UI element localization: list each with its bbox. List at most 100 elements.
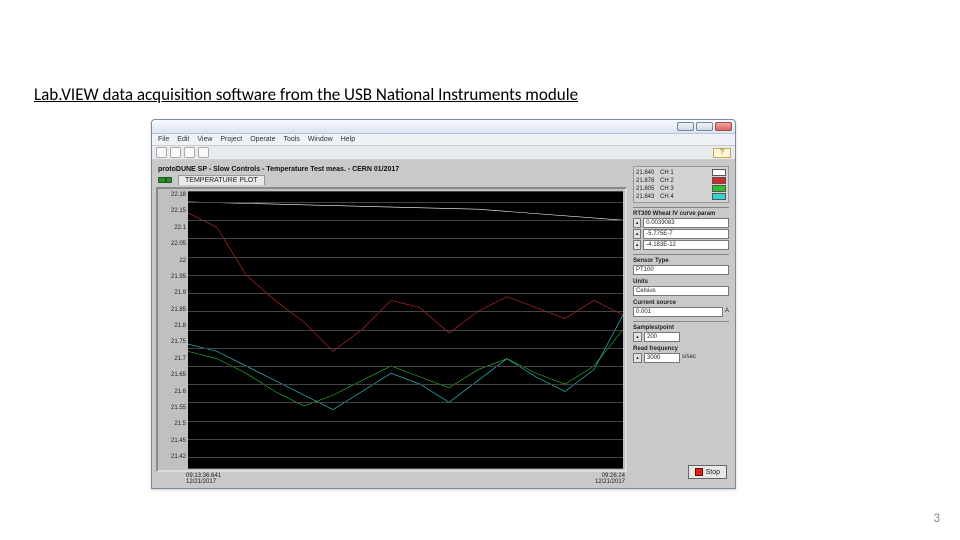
x-tick-right-date: 12/21/2017 — [595, 479, 625, 485]
y-tick: 21.95 — [160, 274, 186, 280]
y-tick: 21.6 — [160, 389, 186, 395]
freq-label: Read frequency — [633, 346, 729, 352]
legend-value: 21.840 — [636, 170, 658, 176]
plot-area[interactable] — [188, 191, 623, 468]
series-ch3 — [188, 330, 623, 407]
y-tick: 21.9 — [160, 290, 186, 296]
y-tick: 21.7 — [160, 356, 186, 362]
freq-field[interactable]: 3000 — [644, 353, 680, 363]
legend-swatch[interactable] — [712, 193, 726, 200]
y-tick: 21.85 — [160, 307, 186, 313]
rtd-label: RT300 Wheat IV curve param — [633, 211, 729, 217]
x-tick-left-date: 12/21/2017 — [186, 479, 216, 485]
menu-project[interactable]: Project — [220, 136, 242, 143]
run-button[interactable] — [156, 147, 167, 158]
sensor-select[interactable]: PT100 — [633, 265, 729, 275]
y-tick: 21.45 — [160, 438, 186, 444]
spinner-icon[interactable]: ▴ — [633, 240, 641, 250]
menubar: File Edit View Project Operate Tools Win… — [152, 134, 735, 146]
close-button[interactable] — [715, 122, 732, 131]
samples-block: Samples/point ▴200 — [633, 321, 729, 342]
client-area: protoDUNE SP - Slow Controls - Temperatu… — [152, 160, 735, 488]
y-tick: 22.1 — [160, 225, 186, 231]
freq-unit: s/sec — [682, 353, 696, 360]
y-tick: 22.15 — [160, 208, 186, 214]
current-unit: A — [725, 307, 729, 314]
app-window: File Edit View Project Operate Tools Win… — [151, 119, 736, 489]
units-select[interactable]: Celsius — [633, 286, 729, 296]
y-axis: 22.18 22.15 22.1 22.05 22 21.95 21.9 21.… — [160, 191, 188, 468]
legend-swatch[interactable] — [712, 177, 726, 184]
legend-swatch[interactable] — [712, 169, 726, 176]
tab-temperature-plot[interactable]: TEMPERATURE PLOT — [178, 175, 265, 185]
tab-running-led[interactable] — [158, 177, 172, 183]
samples-field[interactable]: 200 — [644, 332, 680, 342]
y-tick: 22.05 — [160, 241, 186, 247]
led-icon — [165, 177, 167, 183]
legend-swatch[interactable] — [712, 185, 726, 192]
rtd-params-block: RT300 Wheat IV curve param ▴0.0039083 ▴-… — [633, 207, 729, 250]
legend-value: 21.805 — [636, 186, 658, 192]
legend-row: 21.878CH 2 — [636, 177, 726, 184]
context-help-icon[interactable]: ? — [713, 148, 731, 158]
run-continuous-button[interactable] — [170, 147, 181, 158]
series-ch2 — [188, 213, 623, 351]
y-tick: 21.65 — [160, 372, 186, 378]
titlebar — [152, 120, 735, 134]
current-block: Current source 0.001A — [633, 300, 729, 317]
freq-block: Read frequency ▴3000s/sec — [633, 346, 729, 363]
legend-value: 21.843 — [636, 194, 658, 200]
menu-help[interactable]: Help — [341, 136, 355, 143]
side-panel: 21.840CH 121.878CH 221.805CH 321.843CH 4… — [631, 164, 731, 484]
rtd-b-field[interactable]: -5.775E-7 — [643, 229, 729, 239]
legend-name: CH 2 — [660, 178, 710, 184]
menu-view[interactable]: View — [197, 136, 212, 143]
plot-frame: 22.18 22.15 22.1 22.05 22 21.95 21.9 21.… — [156, 187, 627, 472]
rtd-c-field[interactable]: -4.183E-12 — [643, 240, 729, 250]
spinner-icon[interactable]: ▴ — [633, 229, 641, 239]
current-field[interactable]: 0.001 — [633, 307, 723, 317]
vi-title: protoDUNE SP - Slow Controls - Temperatu… — [156, 164, 627, 175]
y-tick: 21.8 — [160, 323, 186, 329]
spinner-icon[interactable]: ▴ — [633, 332, 642, 342]
y-tick: 22 — [160, 258, 186, 264]
rtd-a-field[interactable]: 0.0039083 — [643, 218, 729, 228]
units-label: Units — [633, 279, 729, 285]
x-axis: 09:13:36.64112/21/2017 09:26:2412/21/201… — [156, 472, 627, 484]
legend-row: 21.840CH 1 — [636, 169, 726, 176]
stop-bar: Stop — [633, 462, 729, 482]
stop-button[interactable]: Stop — [688, 465, 727, 479]
legend-row: 21.805CH 3 — [636, 185, 726, 192]
menu-file[interactable]: File — [158, 136, 169, 143]
y-tick: 21.5 — [160, 421, 186, 427]
menu-window[interactable]: Window — [308, 136, 333, 143]
y-tick: 21.75 — [160, 339, 186, 345]
legend-name: CH 1 — [660, 170, 710, 176]
stop-icon — [695, 468, 703, 476]
current-label: Current source — [633, 300, 729, 306]
maximize-button[interactable] — [696, 122, 713, 131]
series-ch1 — [188, 202, 623, 220]
legend-name: CH 3 — [660, 186, 710, 192]
menu-tools[interactable]: Tools — [283, 136, 299, 143]
page-number: 3 — [933, 511, 940, 526]
slide-title: Lab.VIEW data acquisition software from … — [34, 84, 926, 105]
spinner-icon[interactable]: ▴ — [633, 353, 642, 363]
tab-strip: TEMPERATURE PLOT — [156, 175, 627, 187]
minimize-button[interactable] — [677, 122, 694, 131]
spinner-icon[interactable]: ▴ — [633, 218, 641, 228]
legend-value: 21.878 — [636, 178, 658, 184]
legend-row: 21.843CH 4 — [636, 193, 726, 200]
chart-panel: protoDUNE SP - Slow Controls - Temperatu… — [156, 164, 627, 484]
abort-button[interactable] — [184, 147, 195, 158]
pause-button[interactable] — [198, 147, 209, 158]
legend-name: CH 4 — [660, 194, 710, 200]
samples-label: Samples/point — [633, 325, 729, 331]
y-tick: 22.18 — [160, 192, 186, 198]
menu-edit[interactable]: Edit — [177, 136, 189, 143]
stop-label: Stop — [706, 469, 720, 476]
menu-operate[interactable]: Operate — [250, 136, 275, 143]
units-block: Units Celsius — [633, 279, 729, 296]
sensor-label: Sensor Type — [633, 258, 729, 264]
y-tick: 21.42 — [160, 454, 186, 460]
